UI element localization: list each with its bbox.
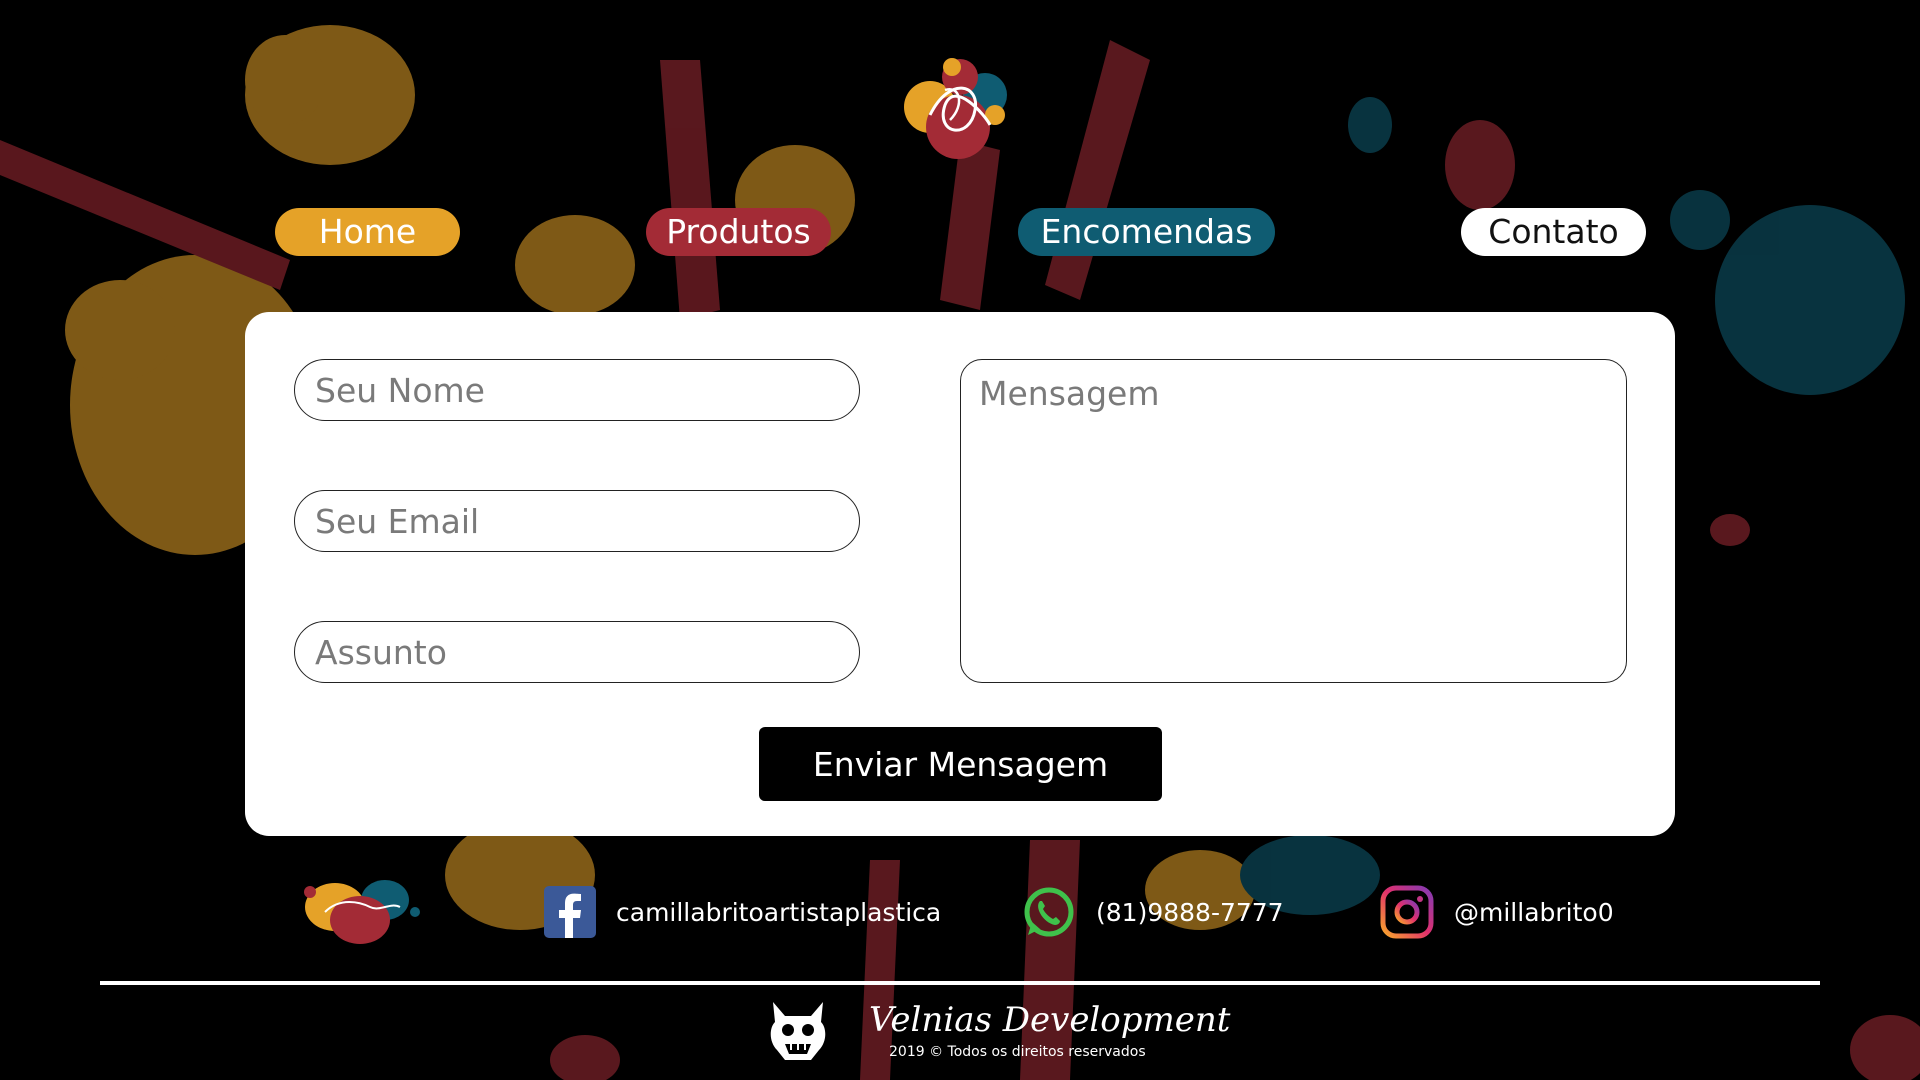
send-message-button[interactable]: Enviar Mensagem (759, 727, 1162, 801)
facebook-label: camillabritoartistaplastica (616, 897, 942, 927)
facebook-link[interactable]: camillabritoartistaplastica (544, 880, 941, 944)
whatsapp-icon (1024, 887, 1074, 937)
developer-name: Velnias Development (869, 1000, 1231, 1040)
nav-encomendas-button[interactable]: Encomendas (1018, 208, 1275, 256)
demon-mask-icon (770, 1002, 826, 1060)
instagram-icon (1380, 885, 1434, 939)
whatsapp-label: (81)9888-7777 (1096, 897, 1284, 927)
message-textarea[interactable] (960, 359, 1627, 683)
footer-divider (100, 981, 1820, 985)
instagram-label: @millabrito0 (1454, 897, 1614, 927)
subject-input[interactable] (294, 621, 860, 683)
email-input[interactable] (294, 490, 860, 552)
nav-home-button[interactable]: Home (275, 208, 460, 256)
whatsapp-link[interactable]: (81)9888-7777 (1022, 880, 1284, 944)
facebook-icon (544, 886, 596, 938)
copyright-text: 2019 © Todos os direitos reservados (889, 1044, 1146, 1060)
instagram-link[interactable]: @millabrito0 (1380, 880, 1614, 944)
nav-produtos-button[interactable]: Produtos (646, 208, 831, 256)
artist-logo-icon[interactable] (890, 45, 1025, 175)
contact-form-card: Enviar Mensagem (245, 312, 1675, 836)
nav-contato-button[interactable]: Contato (1461, 208, 1646, 256)
artist-footer-logo-icon (304, 880, 420, 944)
name-input[interactable] (294, 359, 860, 421)
developer-credit: Velnias Development 2019 © Todos os dire… (765, 998, 1230, 1068)
